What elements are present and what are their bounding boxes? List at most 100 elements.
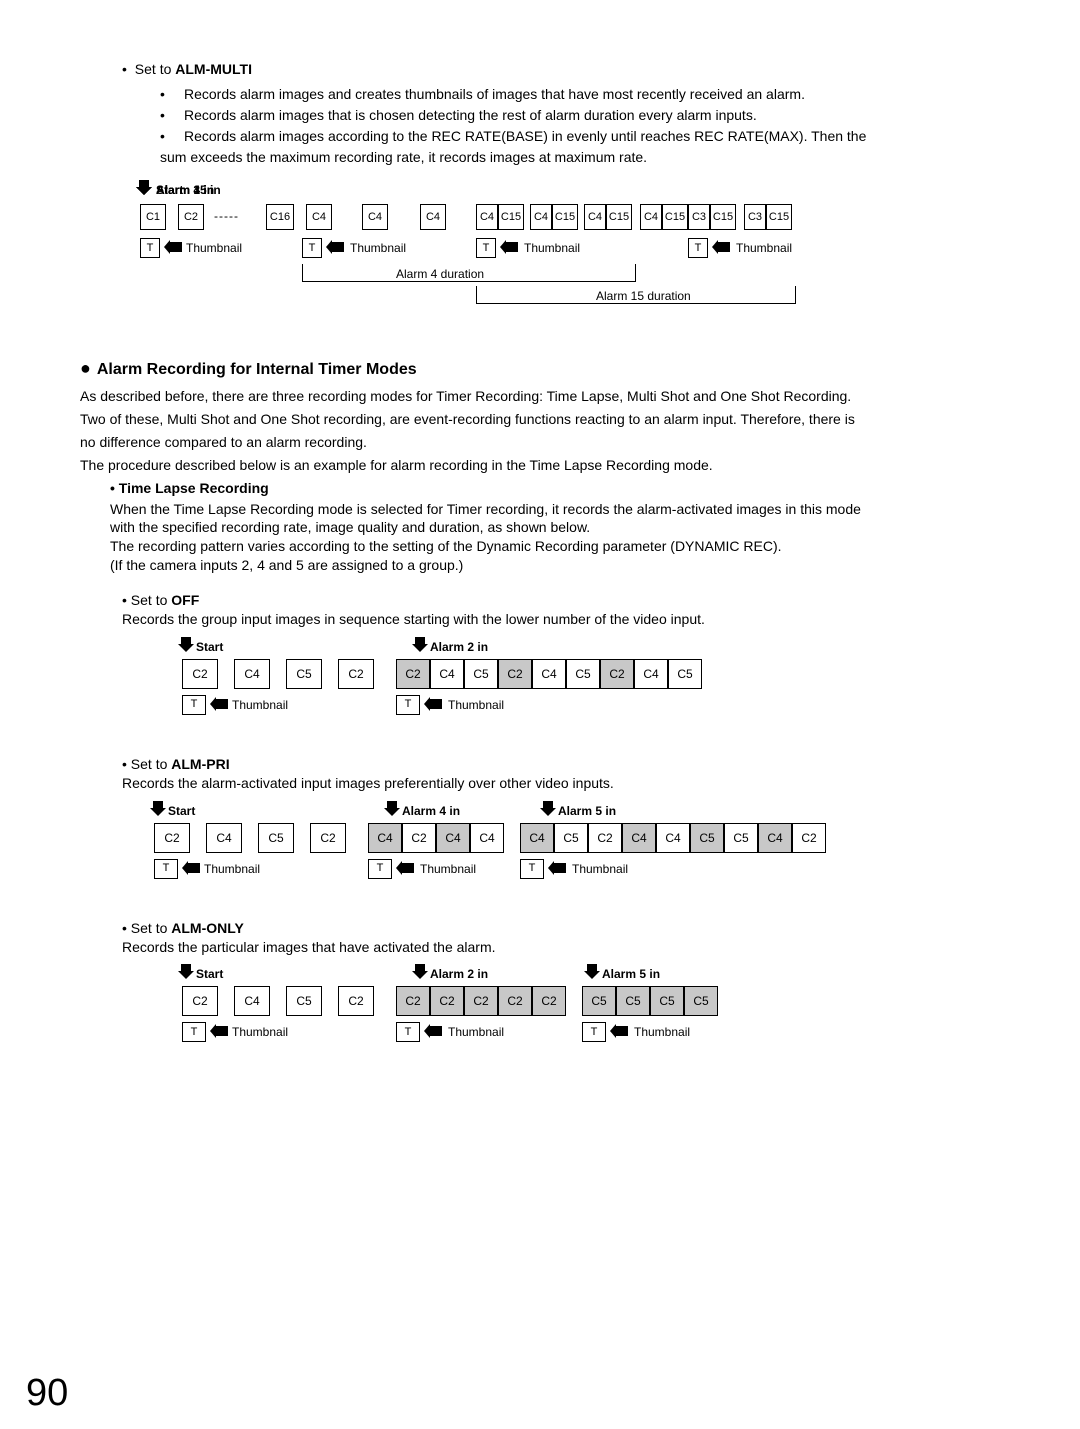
left-arrow-icon (424, 1024, 444, 1038)
alm-multi-bold: ALM-MULTI (175, 61, 252, 77)
pri-prefix: Set to (131, 756, 171, 772)
off-post-4: C4 (532, 659, 566, 689)
pri-b-1: C5 (554, 823, 588, 853)
d1-t3: T (476, 238, 496, 258)
d1-c17: C3 (744, 204, 766, 230)
d1-dur4: Alarm 4 duration (396, 266, 484, 282)
pri-desc: Records the alarm-activated input images… (122, 774, 1000, 793)
d1-c6: C4 (420, 204, 446, 230)
d1-c9: C4 (530, 204, 552, 230)
only-prefix: Set to (131, 920, 171, 936)
left-arrow-icon (182, 861, 202, 875)
left-arrow-icon (210, 697, 230, 711)
section-title-text: Alarm Recording for Internal Timer Modes (97, 361, 417, 378)
only-pre-1: C4 (234, 986, 270, 1016)
tlr-head: Time Lapse Recording (110, 479, 1000, 498)
only-t2: T (396, 1022, 420, 1042)
d1-t2: T (302, 238, 322, 258)
off-post-7: C4 (634, 659, 668, 689)
off-pre-1: C4 (234, 659, 270, 689)
pri-block: Set to ALM-PRI Records the alarm-activat… (122, 755, 1000, 793)
only-t1: T (182, 1022, 206, 1042)
tlr-p1: When the Time Lapse Recording mode is se… (110, 500, 1000, 519)
d1-dashes: ----- (214, 208, 239, 224)
off-pre-0: C2 (182, 659, 218, 689)
off-post-0: C2 (396, 659, 430, 689)
down-arrow-icon (584, 964, 600, 980)
s2-p1: As described before, there are three rec… (80, 387, 1000, 406)
pri-pre-0: C2 (154, 823, 190, 853)
left-arrow-icon (164, 240, 184, 254)
pri-b-3: C4 (622, 823, 656, 853)
pri-b-2: C2 (588, 823, 622, 853)
off-thumb2: Thumbnail (448, 697, 504, 713)
off-post-1: C4 (430, 659, 464, 689)
d1-c14: C15 (662, 204, 688, 230)
d1-c12: C15 (606, 204, 632, 230)
off-desc: Records the group input images in sequen… (122, 610, 1000, 629)
d1-c5: C4 (362, 204, 388, 230)
off-post-3: C2 (498, 659, 532, 689)
d1-c10: C15 (552, 204, 578, 230)
pri-a-1: C2 (402, 823, 436, 853)
only-bold: ALM-ONLY (171, 920, 244, 936)
alm-multi-prefix: Set to (135, 61, 175, 77)
only-b-0: C5 (582, 986, 616, 1016)
down-arrow-icon (178, 637, 194, 653)
section-title: ● Alarm Recording for Internal Timer Mode… (80, 356, 1000, 381)
d1-ev-a3-lbl: Alarm 3 in (156, 182, 214, 198)
d1-c11: C4 (584, 204, 606, 230)
off-head: Set to OFF (122, 591, 1000, 610)
alm-multi-b3: Records alarm images according to the RE… (160, 127, 1000, 146)
only-thumb2: Thumbnail (448, 1024, 504, 1040)
only-t3: T (582, 1022, 606, 1042)
d1-c8: C15 (498, 204, 524, 230)
only-a-1: C2 (430, 986, 464, 1016)
down-arrow-icon (384, 801, 400, 817)
d1-t1: T (140, 238, 160, 258)
only-head: Set to ALM-ONLY (122, 919, 1000, 938)
d1-c13: C4 (640, 204, 662, 230)
only-a-4: C2 (532, 986, 566, 1016)
pri-b-6: C5 (724, 823, 758, 853)
down-arrow-icon (412, 964, 428, 980)
left-arrow-icon (326, 240, 346, 254)
left-arrow-icon (610, 1024, 630, 1038)
d1-c4: C4 (306, 204, 332, 230)
off-pre-2: C5 (286, 659, 322, 689)
pri-b-0: C4 (520, 823, 554, 853)
only-ev-2-lbl: Alarm 2 in (430, 966, 488, 982)
pri-ev-5-lbl: Alarm 5 in (558, 803, 616, 819)
d1-c2: C2 (178, 204, 204, 230)
only-ev-start-lbl: Start (196, 966, 223, 982)
pri-b-7: C4 (758, 823, 792, 853)
d1-c1: C1 (140, 204, 166, 230)
only-b-2: C5 (650, 986, 684, 1016)
d1-c3: C16 (266, 204, 294, 230)
pri-t2: T (368, 859, 392, 879)
pri-ev-4-lbl: Alarm 4 in (402, 803, 460, 819)
page-number: 90 (26, 1368, 68, 1419)
only-pre-2: C5 (286, 986, 322, 1016)
pri-pre-2: C5 (258, 823, 294, 853)
pri-a-0: C4 (368, 823, 402, 853)
off-ev-a2-lbl: Alarm 2 in (430, 639, 488, 655)
only-a-3: C2 (498, 986, 532, 1016)
bullet-dot-icon: ● (80, 358, 91, 378)
left-arrow-icon (548, 861, 568, 875)
d1-c18: C15 (766, 204, 792, 230)
down-arrow-icon (136, 180, 152, 196)
pri-pre-3: C2 (310, 823, 346, 853)
alm-multi-b1: Records alarm images and creates thumbna… (160, 85, 1000, 104)
left-arrow-icon (712, 240, 732, 254)
off-bold: OFF (171, 592, 199, 608)
pri-t3: T (520, 859, 544, 879)
only-thumb3: Thumbnail (634, 1024, 690, 1040)
alm-multi-diagram: Start Alarm 4 in Alarm 15 in Alarm 3 in … (136, 182, 1006, 322)
off-ev-start-lbl: Start (196, 639, 223, 655)
off-post-5: C5 (566, 659, 600, 689)
tlr-p3: The recording pattern varies according t… (110, 537, 1000, 556)
off-thumb1: Thumbnail (232, 697, 288, 713)
d1-t4: T (688, 238, 708, 258)
pri-a-3: C4 (470, 823, 504, 853)
